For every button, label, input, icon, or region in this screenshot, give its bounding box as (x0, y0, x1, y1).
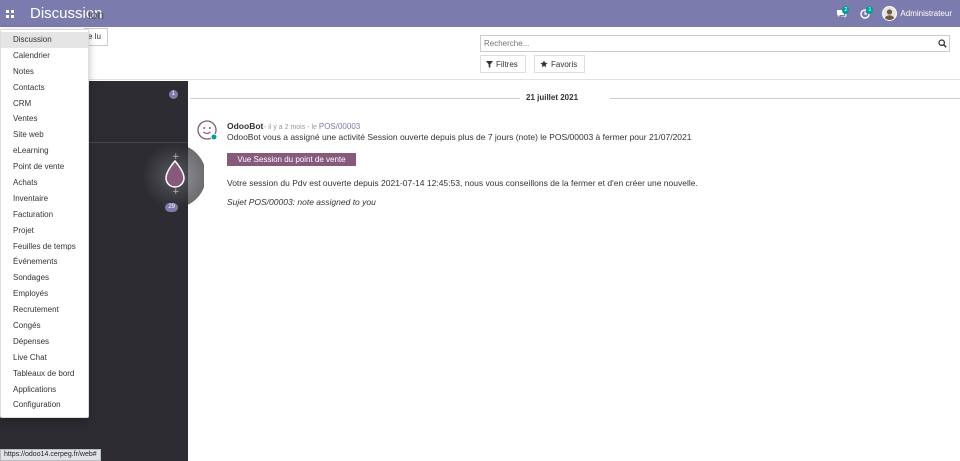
menu-item-crm[interactable]: CRM (1, 96, 88, 112)
search-input[interactable] (484, 39, 935, 48)
menu-item-elearning[interactable]: eLearning (1, 143, 88, 159)
activities-icon[interactable]: 1 (858, 5, 874, 21)
message-author[interactable]: OdooBot (227, 121, 263, 131)
filters-label: Filtres (496, 59, 518, 69)
menu-item-discussion[interactable]: Discussion (1, 32, 88, 48)
menu-item-tableaux-de-bord[interactable]: Tableaux de bord (1, 366, 88, 382)
menu-item-ventes[interactable]: Ventes (1, 111, 88, 127)
menu-item-site-web[interactable]: Site web (1, 127, 88, 143)
menu-item-projet[interactable]: Projet (1, 223, 88, 239)
message-meta: - il y a 2 mois - le POS/00003 (264, 122, 360, 131)
avatar (882, 6, 898, 21)
message-date: - il y a 2 mois - le (264, 124, 317, 131)
date-separator: 21 juillet 2021 (190, 92, 960, 104)
menu-item-conges[interactable]: Congés (1, 318, 88, 334)
channel-counter-badge: 29 (165, 203, 178, 212)
filter-icon (486, 60, 493, 68)
date-label: 21 juillet 2021 (526, 93, 579, 102)
top-navbar: Discussion 2 1 Administrateur (0, 0, 960, 27)
apps-dropdown-menu: Discussion Calendrier Notes Contacts CRM Vent… (0, 29, 89, 418)
apps-menu-icon[interactable] (0, 0, 20, 27)
menu-item-depenses[interactable]: Dépenses (1, 334, 88, 350)
svg-text:+: + (172, 152, 180, 162)
message-paragraph: Votre session du Pdv est ouverte depuis … (227, 178, 698, 188)
menu-item-point-de-vente[interactable]: Point de vente (1, 159, 88, 175)
search-icon[interactable] (935, 39, 949, 48)
inbox-counter-badge: 1 (168, 90, 178, 99)
menu-item-feuilles-de-temps[interactable]: Feuilles de temps (1, 239, 88, 255)
search-bar[interactable] (480, 35, 950, 52)
messages-badge: 2 (842, 5, 850, 14)
record-link[interactable]: POS/00003 (319, 122, 360, 131)
page-title: ion (88, 8, 105, 22)
status-url: https://odoo14.cerpeg.fr/web# (0, 449, 101, 461)
activities-badge: 1 (866, 5, 874, 14)
menu-item-notes[interactable]: Notes (1, 64, 88, 80)
menu-item-configuration[interactable]: Configuration (1, 397, 88, 413)
svg-text:+: + (172, 187, 180, 197)
menu-item-live-chat[interactable]: Live Chat (1, 350, 88, 366)
menu-item-employes[interactable]: Employés (1, 286, 88, 302)
menu-item-sondages[interactable]: Sondages (1, 270, 88, 286)
user-name: Administrateur (900, 9, 952, 18)
filters-button[interactable]: Filtres (480, 55, 526, 73)
favorites-label: Favoris (551, 59, 578, 69)
menu-item-contacts[interactable]: Contacts (1, 80, 88, 96)
menu-item-applications[interactable]: Applications (1, 382, 88, 398)
menu-item-inventaire[interactable]: Inventaire (1, 191, 88, 207)
decorative-blob-icon: + + (142, 144, 204, 208)
messages-icon[interactable]: 2 (834, 5, 850, 21)
menu-item-evenements[interactable]: Événements (1, 254, 88, 270)
message-note: Sujet POS/00003: note assigned to you (227, 197, 376, 207)
menu-item-achats[interactable]: Achats (1, 175, 88, 191)
menu-item-calendrier[interactable]: Calendrier (1, 48, 88, 64)
odoobot-avatar-icon[interactable] (197, 120, 217, 140)
view-pos-session-button[interactable]: Vue Session du point de vente (227, 153, 356, 166)
favorites-button[interactable]: Favoris (534, 55, 586, 73)
user-menu[interactable]: Administrateur (882, 6, 952, 21)
menu-item-facturation[interactable]: Facturation (1, 207, 88, 223)
menu-item-recrutement[interactable]: Recrutement (1, 302, 88, 318)
message-body: OdooBot vous a assigné une activité Sess… (227, 132, 692, 142)
star-icon (540, 60, 548, 68)
